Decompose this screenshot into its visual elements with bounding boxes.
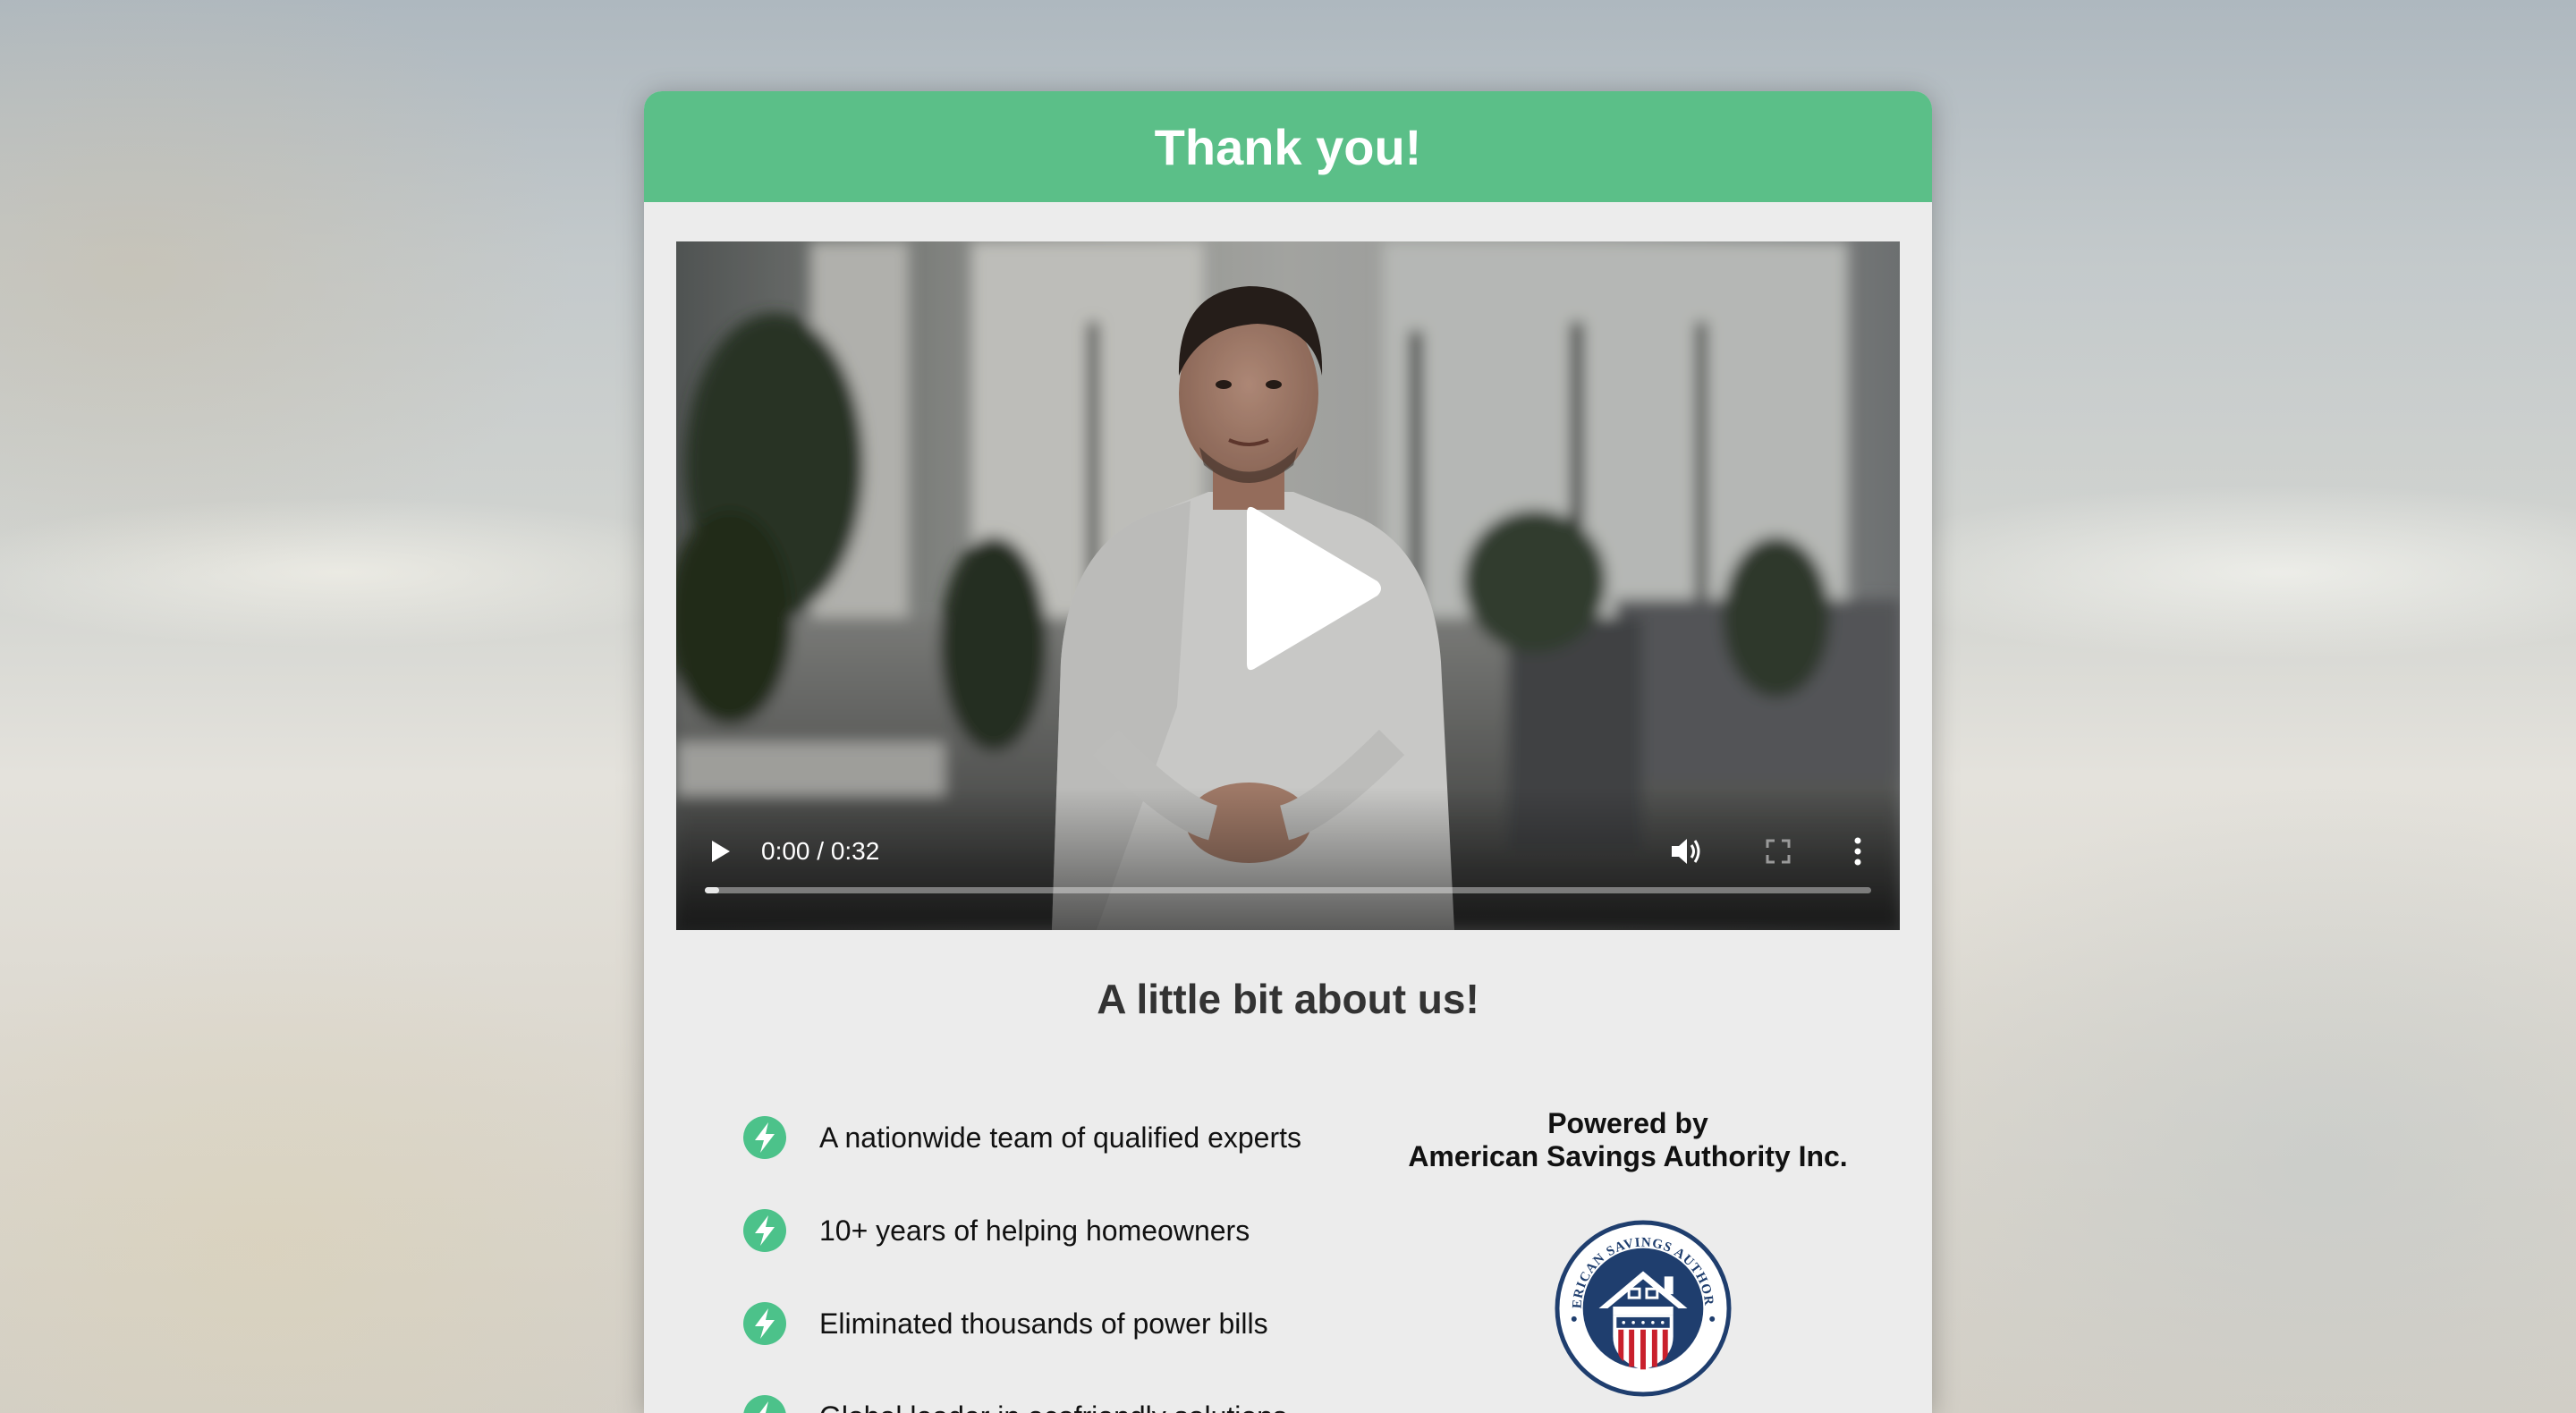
video-progress-fill <box>705 887 719 893</box>
lightning-icon <box>743 1116 786 1159</box>
feature-list: A nationwide team of qualified experts 1… <box>742 1091 1301 1413</box>
video-player[interactable]: 0:00 / 0:32 <box>676 241 1900 930</box>
video-progress-bar[interactable] <box>705 887 1871 893</box>
video-time-display: 0:00 / 0:32 <box>761 837 880 865</box>
company-name: American Savings Authority Inc. <box>1408 1140 1848 1172</box>
volume-icon[interactable] <box>1669 835 1703 867</box>
lightning-icon <box>743 1395 786 1413</box>
powered-by: Powered by American Savings Authority In… <box>1395 1107 1860 1173</box>
about-section-title: A little bit about us! <box>1097 976 1479 1022</box>
fullscreen-icon[interactable] <box>1764 837 1792 866</box>
lightning-icon <box>743 1209 786 1252</box>
company-seal-logo: AMERICAN SAVINGS AUTHORITY <box>1555 1220 1732 1397</box>
play-large-icon[interactable] <box>1211 499 1390 678</box>
lightning-icon <box>743 1302 786 1345</box>
feature-text: Global leader in ecofriendly solutions <box>819 1400 1287 1413</box>
page-title: Thank you! <box>1154 118 1422 175</box>
feature-text: A nationwide team of qualified experts <box>819 1121 1301 1154</box>
powered-by-label: Powered by <box>1547 1107 1708 1139</box>
feature-text: 10+ years of helping homeowners <box>819 1214 1250 1247</box>
more-options-icon[interactable] <box>1852 835 1864 867</box>
list-item: Eliminated thousands of power bills <box>742 1277 1301 1370</box>
card-header: Thank you! <box>644 91 1932 202</box>
list-item: 10+ years of helping homeowners <box>742 1184 1301 1277</box>
feature-text: Eliminated thousands of power bills <box>819 1307 1268 1340</box>
list-item: Global leader in ecofriendly solutions <box>742 1370 1301 1413</box>
thank-you-card: Thank you! 0:00 / 0:32 A little bit abou… <box>644 91 1932 1413</box>
list-item: A nationwide team of qualified experts <box>742 1091 1301 1184</box>
play-icon[interactable] <box>707 837 733 866</box>
